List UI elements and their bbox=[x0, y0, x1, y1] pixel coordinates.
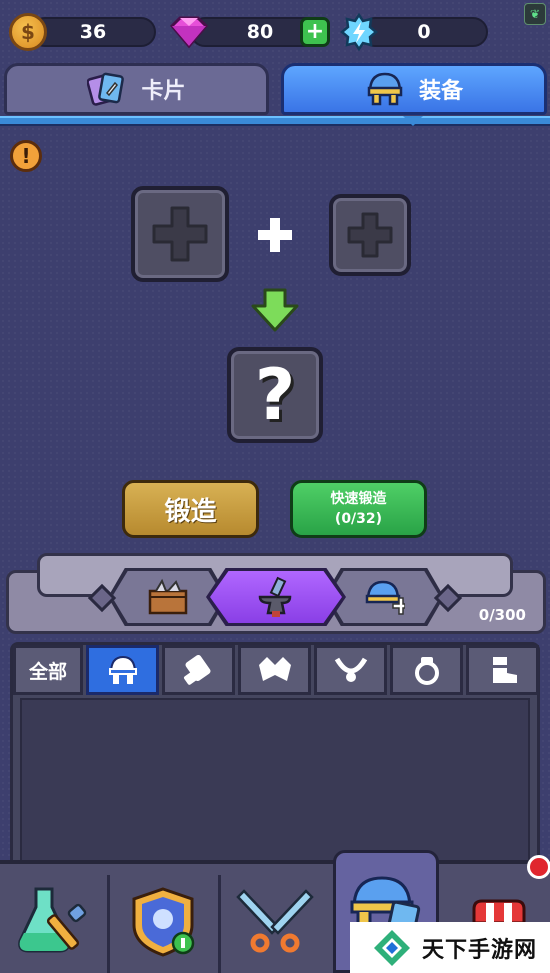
category-tab-helmet[interactable] bbox=[86, 645, 159, 695]
gem-value: 80 bbox=[246, 21, 274, 43]
cards-icon bbox=[87, 72, 125, 106]
gem-icon bbox=[169, 16, 209, 49]
nav-item-heroes[interactable] bbox=[110, 870, 215, 973]
category-tab-boots[interactable] bbox=[466, 645, 539, 695]
tab-equipment[interactable]: 装备 bbox=[281, 63, 547, 115]
quick-forge-count: (0/32) bbox=[334, 511, 383, 527]
energy-value: 0 bbox=[417, 21, 431, 43]
result-question-mark: ? bbox=[254, 354, 296, 436]
forge-button[interactable]: 锻造 bbox=[122, 480, 259, 538]
add-gems-button[interactable]: + bbox=[300, 17, 330, 47]
forge-result-slot: ? bbox=[227, 347, 323, 443]
energy-badge-icon bbox=[340, 13, 378, 51]
tab-cards[interactable]: 卡片 bbox=[4, 63, 269, 115]
boots-icon bbox=[492, 657, 517, 683]
arrow-down-icon bbox=[251, 288, 299, 332]
quick-forge-button[interactable]: 快速锻造 (0/32) bbox=[290, 480, 427, 538]
watermark-text: 天下手游网 bbox=[422, 937, 538, 963]
category-tab-ring[interactable] bbox=[390, 645, 463, 695]
forge-slot-main[interactable] bbox=[131, 186, 229, 282]
crossed-swords-icon bbox=[235, 888, 314, 952]
potion-tools-icon bbox=[17, 887, 86, 952]
gold-counter: 36 bbox=[30, 17, 156, 47]
mode-tab-anvil-active[interactable] bbox=[210, 571, 342, 623]
helmet-plus-icon bbox=[365, 580, 405, 615]
plus-icon bbox=[258, 218, 292, 252]
category-tab-all[interactable]: 全部 bbox=[13, 645, 83, 695]
energy-counter: 0 bbox=[360, 17, 488, 47]
plus-slot-icon bbox=[347, 212, 393, 258]
tab-underline bbox=[0, 116, 550, 126]
tab-equipment-label: 装备 bbox=[418, 79, 463, 104]
quick-forge-label: 快速锻造 bbox=[330, 491, 387, 507]
info-warning-icon[interactable]: ! bbox=[10, 140, 42, 172]
category-tab-necklace[interactable] bbox=[314, 645, 387, 695]
nav-separator bbox=[218, 875, 221, 973]
helmet-icon bbox=[367, 72, 403, 106]
treasure-chest-icon bbox=[148, 578, 188, 615]
plus-slot-icon bbox=[152, 206, 208, 262]
helmet-icon bbox=[108, 655, 137, 684]
gold-value: 36 bbox=[79, 21, 107, 43]
notification-dot bbox=[527, 855, 550, 879]
inventory-grid[interactable] bbox=[20, 698, 530, 868]
active-tab-pointer bbox=[403, 116, 423, 126]
category-all-label: 全部 bbox=[28, 660, 67, 683]
equipment-mode-selector bbox=[88, 568, 462, 626]
nav-item-alchemy[interactable] bbox=[2, 870, 107, 973]
tab-cards-label: 卡片 bbox=[141, 79, 186, 104]
category-tab-gauntlet[interactable] bbox=[162, 645, 235, 695]
watermark: 天下手游网 bbox=[350, 922, 550, 973]
gauntlet-icon bbox=[183, 655, 211, 685]
necklace-icon bbox=[334, 657, 367, 682]
nav-item-battle[interactable] bbox=[222, 870, 327, 973]
gold-coin-icon: $ bbox=[9, 13, 47, 51]
ring-icon bbox=[414, 657, 439, 685]
equipment-count: 0/300 bbox=[478, 606, 526, 624]
category-tab-armor[interactable] bbox=[238, 645, 311, 695]
hero-shield-icon bbox=[132, 886, 194, 957]
watermark-logo-icon bbox=[374, 929, 410, 966]
anvil-hammer-icon bbox=[258, 576, 292, 617]
leaf-icon[interactable]: ❦ bbox=[524, 3, 546, 25]
armor-icon bbox=[258, 657, 291, 681]
forge-button-label: 锻造 bbox=[164, 496, 217, 527]
forge-slot-material[interactable] bbox=[329, 194, 411, 276]
